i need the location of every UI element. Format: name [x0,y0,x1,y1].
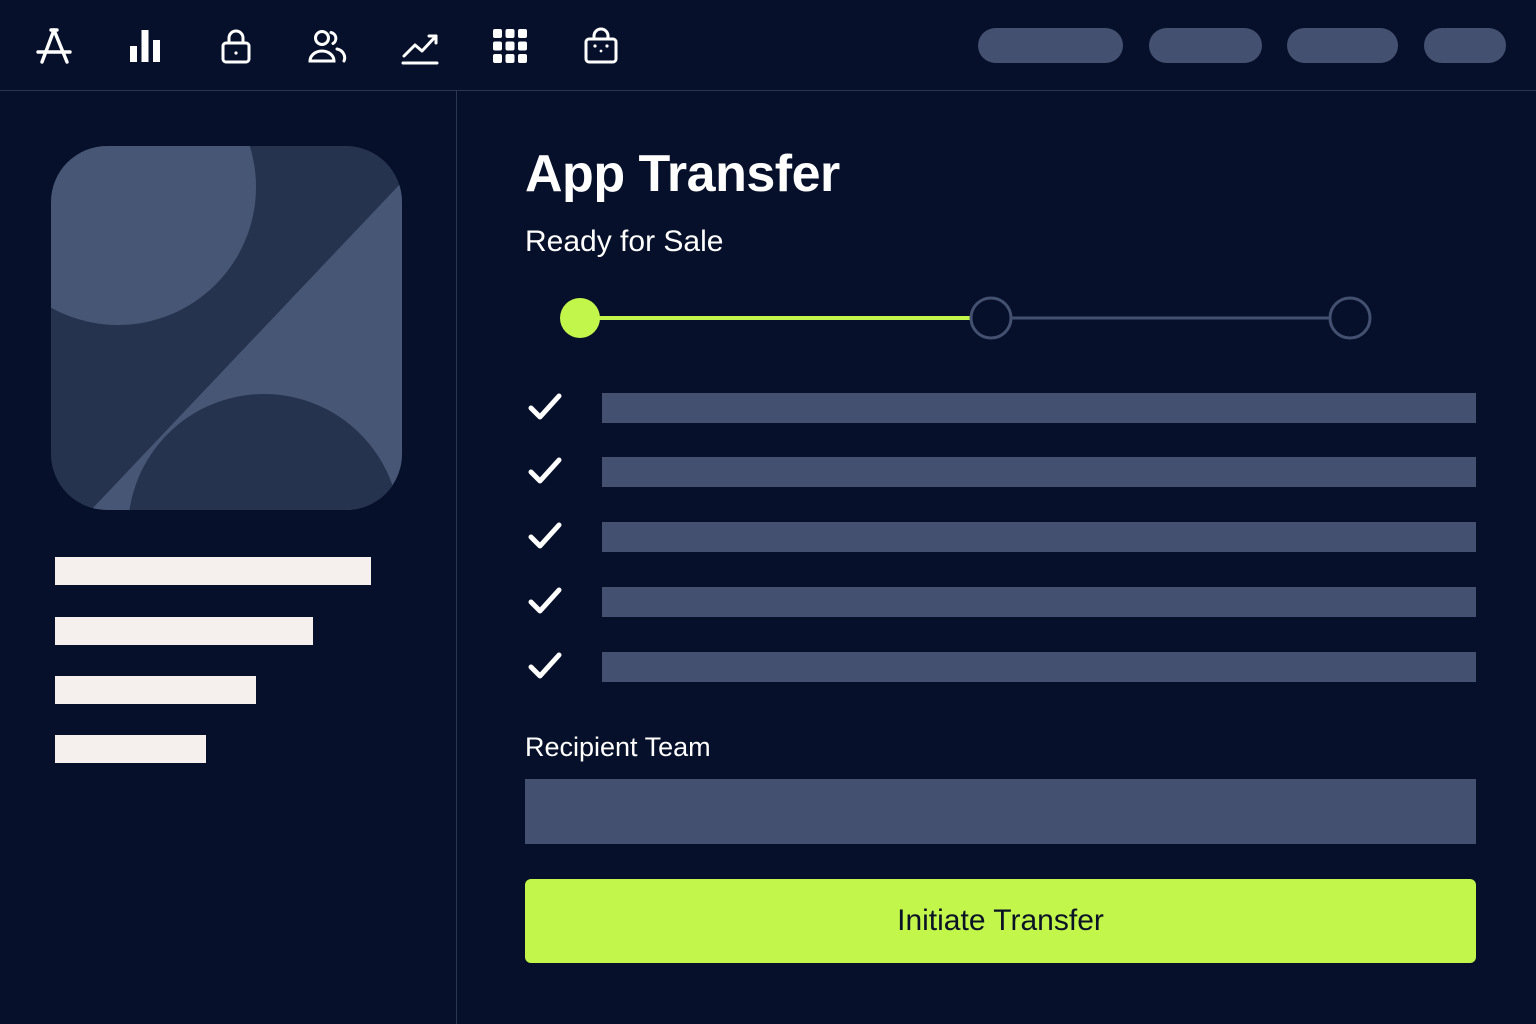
trend-icon[interactable] [398,24,442,68]
shopping-bag-icon[interactable] [579,24,623,68]
checklist-item-text [602,652,1476,682]
check-icon [525,581,565,621]
checklist-item-text [602,587,1476,617]
checklist-item-text [602,393,1476,423]
nav-pill-4[interactable] [1424,28,1506,63]
app-store-icon[interactable] [32,24,76,68]
check-icon [525,387,565,427]
page-title: App Transfer [525,145,840,203]
checklist-item-3 [525,516,1480,556]
nav-pill-2[interactable] [1149,28,1262,63]
panel-divider [456,91,457,1024]
app-status: Ready for Sale [525,225,724,258]
grid-icon[interactable] [488,24,532,68]
bar-chart-icon[interactable] [123,24,167,68]
initiate-transfer-button[interactable]: Initiate Transfer [525,879,1476,963]
app-meta-bar-3 [55,676,256,704]
nav-pill-3[interactable] [1287,28,1398,63]
app-meta-bar-2 [55,617,313,645]
top-nav-bar [0,0,1536,91]
checklist-item-5 [525,646,1480,686]
nav-pill-1[interactable] [978,28,1123,63]
transfer-stepper [540,290,1400,350]
checklist-item-4 [525,581,1480,621]
app-meta-bar-1 [55,557,371,585]
check-icon [525,646,565,686]
step-3-dot [1328,296,1372,340]
step-1-dot [560,298,600,338]
check-icon [525,516,565,556]
users-icon[interactable] [305,24,349,68]
checklist-item-text [602,457,1476,487]
recipient-team-input[interactable] [525,779,1476,844]
step-2-dot [969,296,1013,340]
lock-icon[interactable] [214,24,258,68]
checklist-item-text [602,522,1476,552]
app-icon-artwork [51,146,402,510]
checklist-item-2 [525,451,1480,491]
checklist-item-1 [525,387,1480,427]
recipient-team-label: Recipient Team [525,732,711,762]
check-icon [525,451,565,491]
app-meta-bar-4 [55,735,206,763]
